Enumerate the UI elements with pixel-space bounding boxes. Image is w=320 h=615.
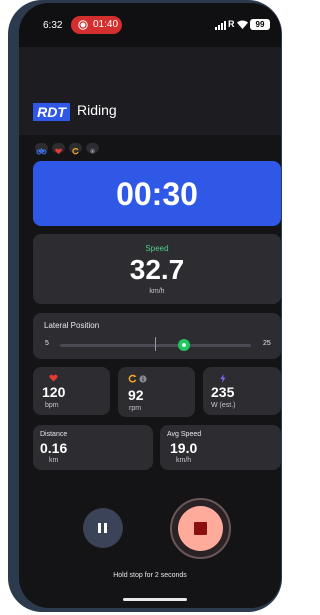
avg-speed-value: 19.0 <box>170 440 198 456</box>
speed-unit: km/h <box>149 288 165 295</box>
speed-card: Speed 32.7 km/h <box>33 234 281 304</box>
signal-icon <box>215 21 226 30</box>
avg-speed-unit: km/h <box>176 457 192 464</box>
screen-recording-pill[interactable]: 01:40 <box>71 16 122 34</box>
heart-icon <box>55 148 62 154</box>
avg-speed-label: Avg Speed <box>167 431 202 438</box>
pause-icon-left <box>98 523 101 533</box>
ride-timer: 00:30 <box>116 176 198 212</box>
status-time: 6:32 <box>43 20 63 31</box>
speed-label: Speed <box>145 244 169 253</box>
rdt-logo: RDT <box>33 103 70 121</box>
cadence-icon <box>72 148 79 155</box>
recording-time: 01:40 <box>93 19 119 30</box>
page-title: Riding <box>77 102 117 118</box>
info-icon[interactable] <box>139 375 147 383</box>
ride-timer-card: 00:30 <box>33 161 281 226</box>
stop-button[interactable] <box>178 506 223 551</box>
status-bar: 6:32 01:40 R 99 <box>19 3 281 47</box>
distance-value: 0.16 <box>40 440 68 456</box>
lateral-center-marker <box>155 337 156 351</box>
avg-speed-card: Avg Speed 19.0 km/h <box>160 425 281 470</box>
heart-sensor-chip[interactable] <box>52 143 65 154</box>
bike-sensor-chip[interactable] <box>35 143 48 155</box>
home-indicator[interactable] <box>123 598 187 601</box>
heart-icon <box>49 374 58 382</box>
speed-value: 32.7 <box>129 254 185 285</box>
power-value: 235 <box>211 384 235 400</box>
cadence-value: 92 <box>128 387 144 403</box>
distance-label: Distance <box>40 431 68 438</box>
lateral-min-label: 5 <box>45 340 49 347</box>
screenshot-frame: 6:32 01:40 R 99 RDT Riding 00:30 Speed 3… <box>0 0 282 615</box>
lateral-slider-thumb[interactable] <box>178 339 191 351</box>
power-card: 235 W (est.) <box>203 367 281 415</box>
power-unit: W (est.) <box>211 402 236 409</box>
stop-button-ring <box>170 498 231 559</box>
stop-hint: Hold stop for 2 seconds <box>113 572 187 579</box>
stop-icon <box>194 522 207 535</box>
phone-screen: 6:32 01:40 R 99 RDT Riding 00:30 Speed 3… <box>19 3 281 608</box>
info-chip[interactable] <box>86 143 99 154</box>
wifi-icon <box>237 20 248 29</box>
battery-indicator: 99 <box>250 19 270 30</box>
lightning-icon <box>220 374 226 383</box>
lateral-position-card: Lateral Position 5 25 <box>33 313 281 359</box>
distance-unit: km <box>49 457 59 464</box>
heart-rate-value: 120 <box>42 384 66 400</box>
heart-rate-card: 120 bpm <box>33 367 110 415</box>
heart-rate-unit: bpm <box>45 402 59 409</box>
svg-text:RDT: RDT <box>37 104 67 120</box>
carrier-indicator: R <box>228 19 235 29</box>
record-icon <box>78 20 88 30</box>
cadence-unit: rpm <box>129 405 142 412</box>
info-icon <box>89 148 96 154</box>
cadence-card: 92 rpm <box>118 367 195 417</box>
app-header <box>19 47 281 135</box>
lateral-position-label: Lateral Position <box>44 321 100 330</box>
pause-icon-right <box>104 523 107 533</box>
cadence-sensor-chip[interactable] <box>69 143 82 155</box>
cadence-icon <box>128 374 137 383</box>
phone-body: 6:32 01:40 R 99 RDT Riding 00:30 Speed 3… <box>8 0 282 612</box>
lateral-max-label: 25 <box>263 340 271 347</box>
distance-card: Distance 0.16 km <box>33 425 153 470</box>
pause-button[interactable] <box>83 508 123 548</box>
bike-icon <box>36 148 47 155</box>
